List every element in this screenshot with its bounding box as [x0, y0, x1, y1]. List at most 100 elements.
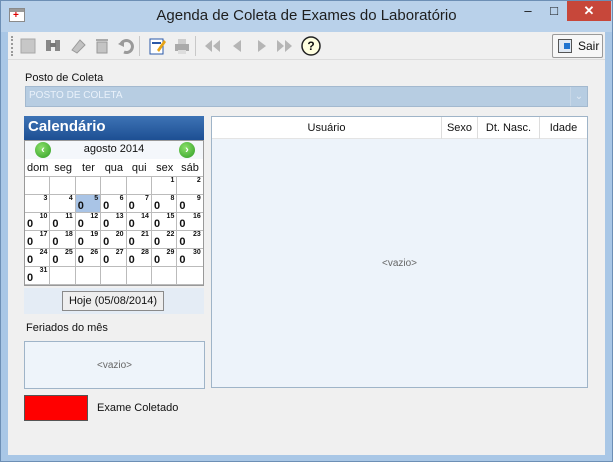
new-icon[interactable]: [16, 34, 40, 58]
calendar-day[interactable]: 2: [177, 177, 202, 194]
sair-label: Sair: [578, 39, 600, 53]
col-dt-nasc[interactable]: Dt. Nasc.: [477, 117, 539, 139]
close-button[interactable]: ✕: [567, 1, 611, 21]
day-number: 14: [141, 213, 149, 220]
calendar-day[interactable]: 13 0: [101, 213, 127, 230]
calendar-day[interactable]: 3: [25, 195, 51, 212]
calendar-day[interactable]: 50: [75, 195, 102, 212]
calendar-title: Calendário: [28, 118, 106, 135]
toolbar-separator: [139, 36, 140, 56]
calendar-day[interactable]: 60: [101, 195, 127, 212]
help-icon[interactable]: ?: [299, 34, 323, 58]
calendar-day[interactable]: 12 0: [76, 213, 102, 230]
sair-button[interactable]: Sair: [552, 34, 603, 58]
calendar-empty-cell: [127, 177, 152, 194]
calendar-empty-cell: [50, 267, 76, 284]
posto-select[interactable]: POSTO DE COLETA ⌄: [25, 86, 588, 107]
chevron-down-icon[interactable]: ⌄: [570, 87, 587, 106]
calendar-day[interactable]: 26 0: [76, 249, 102, 266]
first-icon[interactable]: [201, 34, 225, 58]
calendar-week: 17 0 18 0 19 0 20 0 21 0 22 0 23 0: [25, 231, 203, 249]
undo-icon[interactable]: [114, 34, 138, 58]
calendar-day[interactable]: 24 0: [25, 249, 51, 266]
edit-icon[interactable]: [145, 34, 169, 58]
calendar-day[interactable]: 80: [152, 195, 178, 212]
day-count: 0: [27, 272, 34, 284]
calendar-day[interactable]: 23 0: [177, 231, 202, 248]
calendar-day[interactable]: 10 0: [25, 213, 51, 230]
toolbar-grip[interactable]: [11, 36, 14, 56]
day-number: 20: [115, 231, 124, 238]
exit-icon: [558, 39, 572, 53]
print-icon[interactable]: [170, 34, 194, 58]
today-button[interactable]: Hoje (05/08/2014): [62, 291, 164, 311]
prev-icon[interactable]: [226, 34, 250, 58]
calendar-day[interactable]: 16 0: [177, 213, 202, 230]
calendar-header: Calendário: [24, 116, 204, 140]
maximize-button[interactable]: □: [541, 1, 567, 21]
calendar-day[interactable]: 90: [177, 195, 202, 212]
feriados-list[interactable]: <vazio>: [24, 341, 205, 389]
day-count: 0: [153, 254, 161, 266]
title-bar[interactable]: Agenda de Coleta de Exames do Laboratóri…: [1, 1, 612, 32]
calendar-grid: dom seg ter qua qui sex sáb 1 2 3 4 5 0 6 0 7 0 8 0 9 0 10 0 1…: [25, 159, 203, 285]
day-number: 4: [68, 195, 73, 202]
calendar-day[interactable]: 30 0: [177, 249, 202, 266]
weekday-row: dom seg ter qua qui sex sáb: [25, 159, 203, 177]
day-number: 16: [192, 213, 201, 220]
calendar-day[interactable]: 11 0: [50, 213, 76, 230]
calendar-day[interactable]: 22 0: [152, 231, 178, 248]
calendar-day[interactable]: 29 0: [152, 249, 178, 266]
eraser-icon[interactable]: [66, 34, 90, 58]
next-icon[interactable]: [249, 34, 273, 58]
calendar-day[interactable]: 17 0: [25, 231, 51, 248]
weekday-6: sáb: [181, 162, 199, 174]
today-button-area: Hoje (05/08/2014): [24, 288, 204, 314]
day-count: 0: [27, 254, 34, 266]
trash-icon[interactable]: [90, 34, 114, 58]
col-idade[interactable]: Idade: [539, 117, 587, 139]
agenda-grid[interactable]: Usuário Sexo Dt. Nasc. Idade <vazio>: [211, 116, 588, 388]
day-count: 0: [153, 218, 161, 230]
calendar-empty-cell: [101, 177, 127, 194]
day-number: 1: [170, 177, 175, 184]
find-icon[interactable]: [41, 34, 65, 58]
calendar-empty-cell: [76, 177, 102, 194]
legend-swatch: [24, 395, 88, 421]
weekday-3: qua: [104, 162, 124, 174]
calendar-day[interactable]: 19 0: [76, 231, 102, 248]
calendar-day[interactable]: 31 0: [25, 267, 51, 284]
calendar-day[interactable]: 21 0: [127, 231, 152, 248]
day-number: 6: [119, 195, 124, 202]
calendar-day[interactable]: 4: [50, 195, 76, 212]
day-count: 0: [52, 218, 59, 230]
weekday-2: ter: [82, 162, 95, 174]
calendar-week: 24 0 25 0 26 0 27 0 28 0 29 0 30 0: [25, 249, 203, 267]
day-count: 0: [52, 236, 59, 248]
minimize-button[interactable]: –: [515, 1, 541, 21]
day-count: 0: [179, 236, 186, 248]
last-icon[interactable]: [272, 34, 296, 58]
day-count: 0: [103, 254, 110, 266]
day-number: 17: [39, 231, 48, 238]
calendar-day[interactable]: 14 0: [127, 213, 152, 230]
day-number: 24: [39, 249, 48, 256]
day-count: 0: [27, 218, 34, 230]
calendar-day[interactable]: 25 0: [50, 249, 76, 266]
calendar-day[interactable]: 27 0: [101, 249, 127, 266]
calendar-day[interactable]: 20 0: [101, 231, 127, 248]
posto-label: Posto de Coleta: [25, 72, 104, 84]
calendar-day[interactable]: 28 0: [127, 249, 152, 266]
day-number: 10: [39, 213, 48, 220]
calendar-day[interactable]: 1: [152, 177, 178, 194]
calendar-day[interactable]: 18 0: [50, 231, 76, 248]
col-usuario[interactable]: Usuário: [212, 117, 441, 139]
col-sexo[interactable]: Sexo: [441, 117, 477, 139]
day-count: 0: [128, 236, 135, 248]
calendar-day[interactable]: 15 0: [152, 213, 178, 230]
day-number: 8: [170, 195, 175, 202]
feriados-empty-text: <vazio>: [96, 360, 133, 371]
calendar-day[interactable]: 70: [127, 195, 152, 212]
next-month-icon[interactable]: ›: [179, 142, 195, 158]
calendar-empty-cell: [127, 267, 152, 284]
